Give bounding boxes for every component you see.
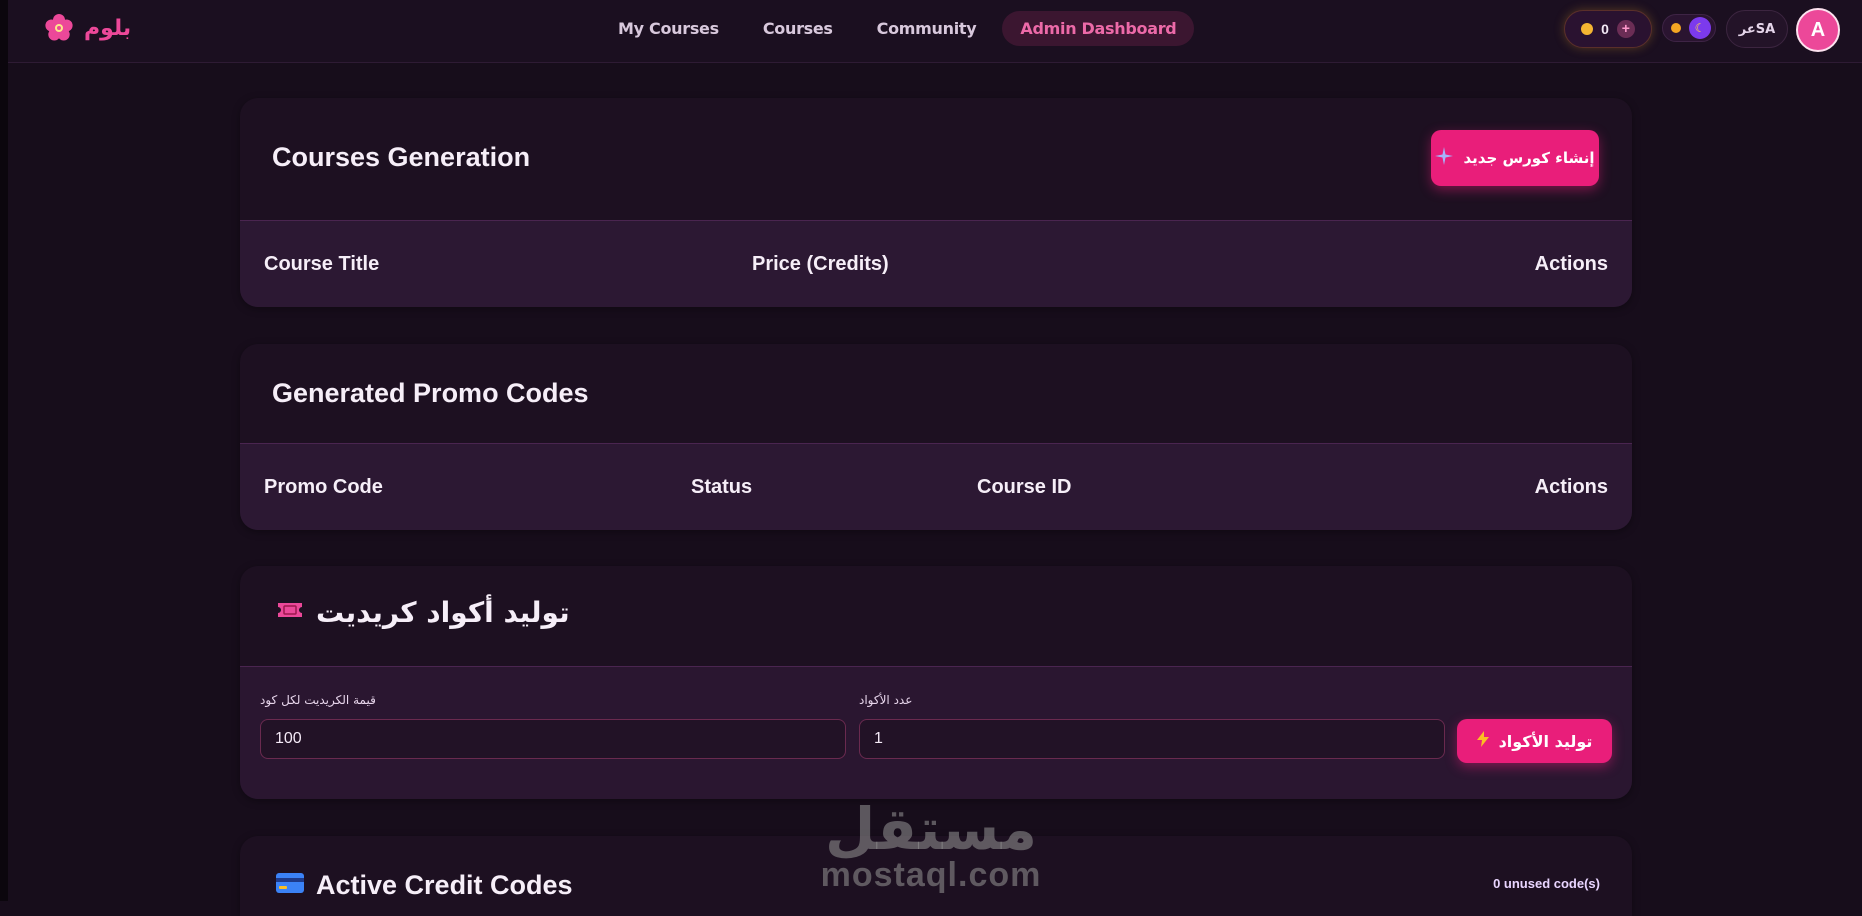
brand-name: بلوم xyxy=(84,15,132,41)
courses-table-header: Course Title Price (Credits) Actions xyxy=(240,220,1632,307)
column-actions: Actions xyxy=(1534,253,1608,275)
card-header: توليد أكواد كريديت xyxy=(240,566,1632,666)
brand-logo[interactable]: بلوم xyxy=(44,13,131,43)
credit-gen-heading: توليد أكواد كريديت xyxy=(276,596,570,629)
card-header: Courses Generation إنشاء كورس جديد xyxy=(240,98,1632,218)
top-navigation-bar: بلوم My Courses Courses Community Admin … xyxy=(8,0,1862,63)
column-status: Status xyxy=(691,476,753,498)
theme-toggle[interactable]: ☾ xyxy=(1662,14,1716,42)
add-credits-button[interactable]: + xyxy=(1616,20,1635,38)
flower-logo-icon xyxy=(44,13,74,43)
main-nav-links: My Courses Courses Community Admin Dashb… xyxy=(600,11,1195,46)
nav-link-courses[interactable]: Courses xyxy=(745,11,851,46)
active-codes-title: Active Credit Codes xyxy=(316,870,573,900)
code-count-label: عدد الأكواد xyxy=(859,693,913,707)
create-course-button[interactable]: إنشاء كورس جديد xyxy=(1431,130,1599,186)
column-actions: Actions xyxy=(1534,476,1608,498)
column-promo-code: Promo Code xyxy=(264,476,383,498)
sun-icon xyxy=(1671,23,1681,33)
user-avatar[interactable]: A xyxy=(1796,8,1840,52)
nav-link-my-courses[interactable]: My Courses xyxy=(600,11,737,46)
promo-codes-card: Generated Promo Codes Promo Code Status … xyxy=(240,344,1632,530)
left-edge-bar xyxy=(0,0,8,901)
courses-generation-title: Courses Generation xyxy=(272,142,531,172)
promo-table-header: Promo Code Status Course ID Actions xyxy=(240,443,1632,530)
unused-codes-count: 0 unused code(s) xyxy=(1493,876,1600,891)
credit-gen-form: قيمة الكريديت لكل كود عدد الأكواد توليد … xyxy=(240,666,1632,799)
credit-gen-title: توليد أكواد كريديت xyxy=(316,596,570,629)
credits-balance: 0 xyxy=(1601,21,1609,37)
promo-codes-title: Generated Promo Codes xyxy=(272,378,589,408)
nav-link-community[interactable]: Community xyxy=(859,11,995,46)
coin-icon xyxy=(1581,23,1594,35)
nav-link-admin-dashboard[interactable]: Admin Dashboard xyxy=(1002,11,1195,46)
column-course-id: Course ID xyxy=(977,476,1072,498)
credit-code-generation-card: توليد أكواد كريديت قيمة الكريديت لكل كود… xyxy=(240,566,1632,799)
moon-icon: ☾ xyxy=(1689,17,1711,39)
active-codes-heading: Active Credit Codes xyxy=(276,870,573,901)
credit-card-icon xyxy=(276,873,304,898)
credit-value-label: قيمة الكريديت لكل كود xyxy=(260,693,376,707)
courses-generation-card: Courses Generation إنشاء كورس جديد Cours… xyxy=(240,98,1632,307)
code-count-input[interactable] xyxy=(859,719,1445,759)
card-header: Generated Promo Codes xyxy=(240,344,1632,442)
active-credit-codes-card: Active Credit Codes 0 unused code(s) xyxy=(240,836,1632,916)
create-course-label: إنشاء كورس جديد xyxy=(1463,149,1595,167)
credit-value-input[interactable] xyxy=(260,719,846,759)
lightning-icon xyxy=(1476,731,1489,751)
column-course-title: Course Title xyxy=(264,253,380,275)
generate-codes-label: توليد الأكواد xyxy=(1498,731,1593,751)
language-switcher[interactable]: عرSA xyxy=(1726,10,1788,48)
generate-codes-button[interactable]: توليد الأكواد xyxy=(1457,719,1612,763)
column-price-credits: Price (Credits) xyxy=(752,253,889,275)
sparkle-icon xyxy=(1435,147,1454,169)
credits-balance-pill[interactable]: 0 + xyxy=(1564,10,1652,48)
ticket-icon xyxy=(276,599,304,626)
